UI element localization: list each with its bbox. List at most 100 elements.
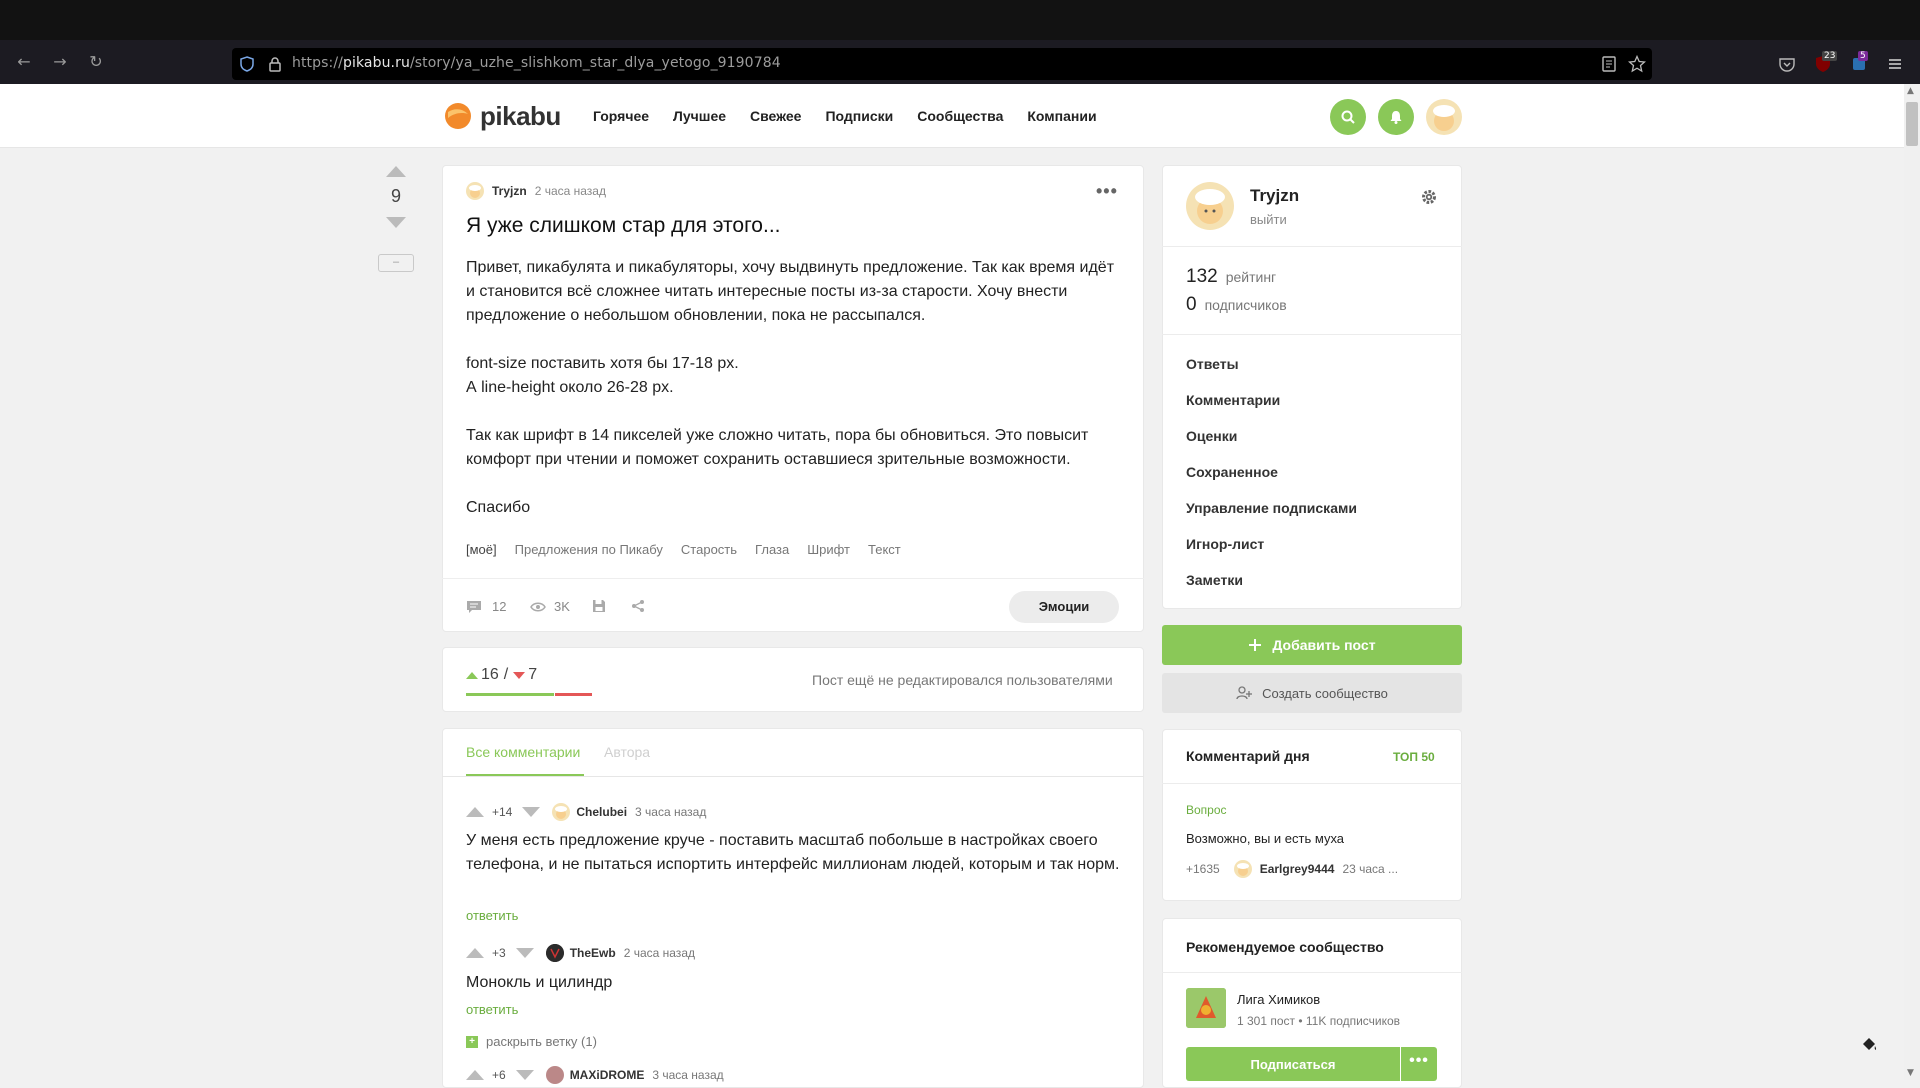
tag-item[interactable]: Старость <box>681 542 737 557</box>
create-community-button[interactable]: Создать сообщество <box>1162 673 1462 713</box>
tab-author-comments[interactable]: Автора <box>604 744 650 760</box>
comment-downvote-icon[interactable] <box>515 1070 534 1080</box>
nav-companies[interactable]: Компании <box>1027 108 1096 124</box>
search-button[interactable] <box>1330 99 1366 135</box>
downvote-ratio-bar <box>555 693 592 696</box>
comment-of-day-post-link[interactable]: Вопрос <box>1186 803 1227 817</box>
commenter-avatar[interactable] <box>552 803 571 821</box>
menu-saved[interactable]: Сохраненное <box>1186 464 1278 480</box>
add-post-button[interactable]: Добавить пост <box>1162 625 1462 665</box>
comment-upvote-icon[interactable] <box>466 1070 484 1080</box>
notifications-button[interactable] <box>1378 99 1414 135</box>
comment-upvote-icon[interactable] <box>466 948 484 958</box>
upvote-arrow-icon[interactable] <box>386 166 406 177</box>
collapse-story-button[interactable]: – <box>378 254 414 272</box>
reload-icon[interactable]: ↻ <box>86 52 106 72</box>
gear-icon[interactable] <box>1420 188 1438 206</box>
menu-comments[interactable]: Комментарии <box>1186 392 1280 408</box>
story-rating: 9 <box>390 186 401 206</box>
scrollbar[interactable] <box>1904 84 1920 1080</box>
comment-of-day-user[interactable]: Earlgrey9444 <box>1260 862 1335 876</box>
story-author[interactable]: Tryjzn <box>492 184 527 198</box>
menu-notes[interactable]: Заметки <box>1186 572 1243 588</box>
url-text[interactable]: https://pikabu.ru/story/ya_uzhe_slishkom… <box>292 55 781 71</box>
tab-all-comments[interactable]: Все комментарии <box>466 744 580 760</box>
emotions-button[interactable]: Эмоции <box>1009 591 1119 623</box>
save-story-button[interactable] <box>592 599 606 613</box>
paint-bucket-icon[interactable] <box>1860 1036 1878 1054</box>
scrollbar-thumb[interactable] <box>1906 102 1918 146</box>
comment-text: Монокль и цилиндр <box>466 974 613 991</box>
comment-score: +3 <box>492 946 506 960</box>
commenter-avatar[interactable] <box>545 1066 564 1084</box>
tag-item[interactable]: Текст <box>868 542 901 557</box>
comment-of-day-score: +1635 <box>1186 862 1220 876</box>
extension-badge-2: 5 <box>1858 51 1868 61</box>
menu-manage-subscriptions[interactable]: Управление подписками <box>1186 500 1357 516</box>
author-avatar[interactable] <box>466 182 484 200</box>
commenter-name[interactable]: TheEwb <box>570 946 616 960</box>
comment-of-day-text[interactable]: Возможно, вы и есть муха <box>1186 831 1344 846</box>
nav-hot[interactable]: Горячее <box>593 108 649 124</box>
profile-avatar[interactable] <box>1186 182 1234 230</box>
top50-link[interactable]: ТОП 50 <box>1393 750 1435 764</box>
user-avatar[interactable] <box>1426 99 1462 135</box>
subscribe-button[interactable]: Подписаться <box>1186 1047 1400 1081</box>
site-logo[interactable]: pikabu <box>444 100 561 132</box>
expand-thread-button[interactable]: + раскрыть ветку (1) <box>466 1034 597 1049</box>
share-button[interactable] <box>631 599 645 613</box>
reply-link[interactable]: ответить <box>466 1002 518 1017</box>
menu-ratings[interactable]: Оценки <box>1186 428 1237 444</box>
expand-thread-label: раскрыть ветку (1) <box>486 1034 597 1049</box>
comment-downvote-icon[interactable] <box>515 948 534 958</box>
nav-communities[interactable]: Сообщества <box>917 108 1003 124</box>
subscribers-label: подписчиков <box>1204 297 1287 313</box>
downvote-arrow-icon[interactable] <box>386 217 406 228</box>
community-name[interactable]: Лига Химиков <box>1237 992 1320 1007</box>
back-arrow-icon[interactable]: ← <box>14 52 34 72</box>
comment-of-day-avatar[interactable] <box>1233 860 1252 878</box>
reader-view-icon[interactable] <box>1600 55 1618 73</box>
divider <box>1162 783 1462 784</box>
divider <box>1162 972 1462 973</box>
nav-subscriptions[interactable]: Подписки <box>825 108 893 124</box>
story-title[interactable]: Я уже слишком стар для этого... <box>466 214 781 238</box>
comments-counter[interactable]: 12 <box>466 599 506 614</box>
logout-link[interactable]: выйти <box>1250 212 1287 227</box>
subscribe-more-icon[interactable]: ••• <box>1401 1047 1437 1081</box>
commenter-name[interactable]: Chelubei <box>576 805 627 819</box>
scroll-up-arrow-icon[interactable]: ▲ <box>1907 86 1914 96</box>
story-header: Tryjzn 2 часа назад <box>466 182 606 200</box>
story-more-icon[interactable]: ••• <box>1096 182 1118 200</box>
tag-item[interactable]: Предложения по Пикабу <box>515 542 663 557</box>
tag-item[interactable]: Глаза <box>755 542 789 557</box>
comment-bubble-icon <box>467 600 481 613</box>
nav-best[interactable]: Лучшее <box>673 108 726 124</box>
nav-fresh[interactable]: Свежее <box>750 108 801 124</box>
rating-value: 132 <box>1186 266 1218 287</box>
scroll-down-arrow-icon[interactable]: ▼ <box>1907 1068 1914 1078</box>
bell-icon <box>1390 111 1402 124</box>
reply-link[interactable]: ответить <box>466 908 518 923</box>
shield-icon[interactable] <box>240 56 254 72</box>
bookmark-star-icon[interactable] <box>1628 55 1646 73</box>
story-paragraph: Привет, пикабулята и пикабуляторы, хочу … <box>466 259 1115 324</box>
comment-downvote-icon[interactable] <box>522 807 541 817</box>
forward-arrow-icon[interactable]: → <box>50 52 70 72</box>
rating-counts: 16 / 7 <box>466 666 537 684</box>
plus-icon: + <box>466 1035 478 1048</box>
story-paragraph: font-size поставить хотя бы 17-18 px. А … <box>466 355 739 396</box>
pocket-icon[interactable] <box>1778 55 1796 73</box>
lock-icon[interactable] <box>268 56 282 72</box>
profile-name[interactable]: Tryjzn <box>1250 186 1299 206</box>
hamburger-menu-icon[interactable] <box>1886 55 1904 73</box>
comment-upvote-icon[interactable] <box>466 807 484 817</box>
upvotes-count: 16 <box>481 666 499 683</box>
commenter-avatar[interactable] <box>545 944 564 962</box>
menu-replies[interactable]: Ответы <box>1186 356 1239 372</box>
community-logo[interactable] <box>1186 988 1226 1028</box>
downvotes-arrow-icon <box>513 671 526 679</box>
menu-ignore-list[interactable]: Игнор-лист <box>1186 536 1264 552</box>
tag-mine[interactable]: [моё] <box>466 542 497 557</box>
tag-item[interactable]: Шрифт <box>807 542 850 557</box>
